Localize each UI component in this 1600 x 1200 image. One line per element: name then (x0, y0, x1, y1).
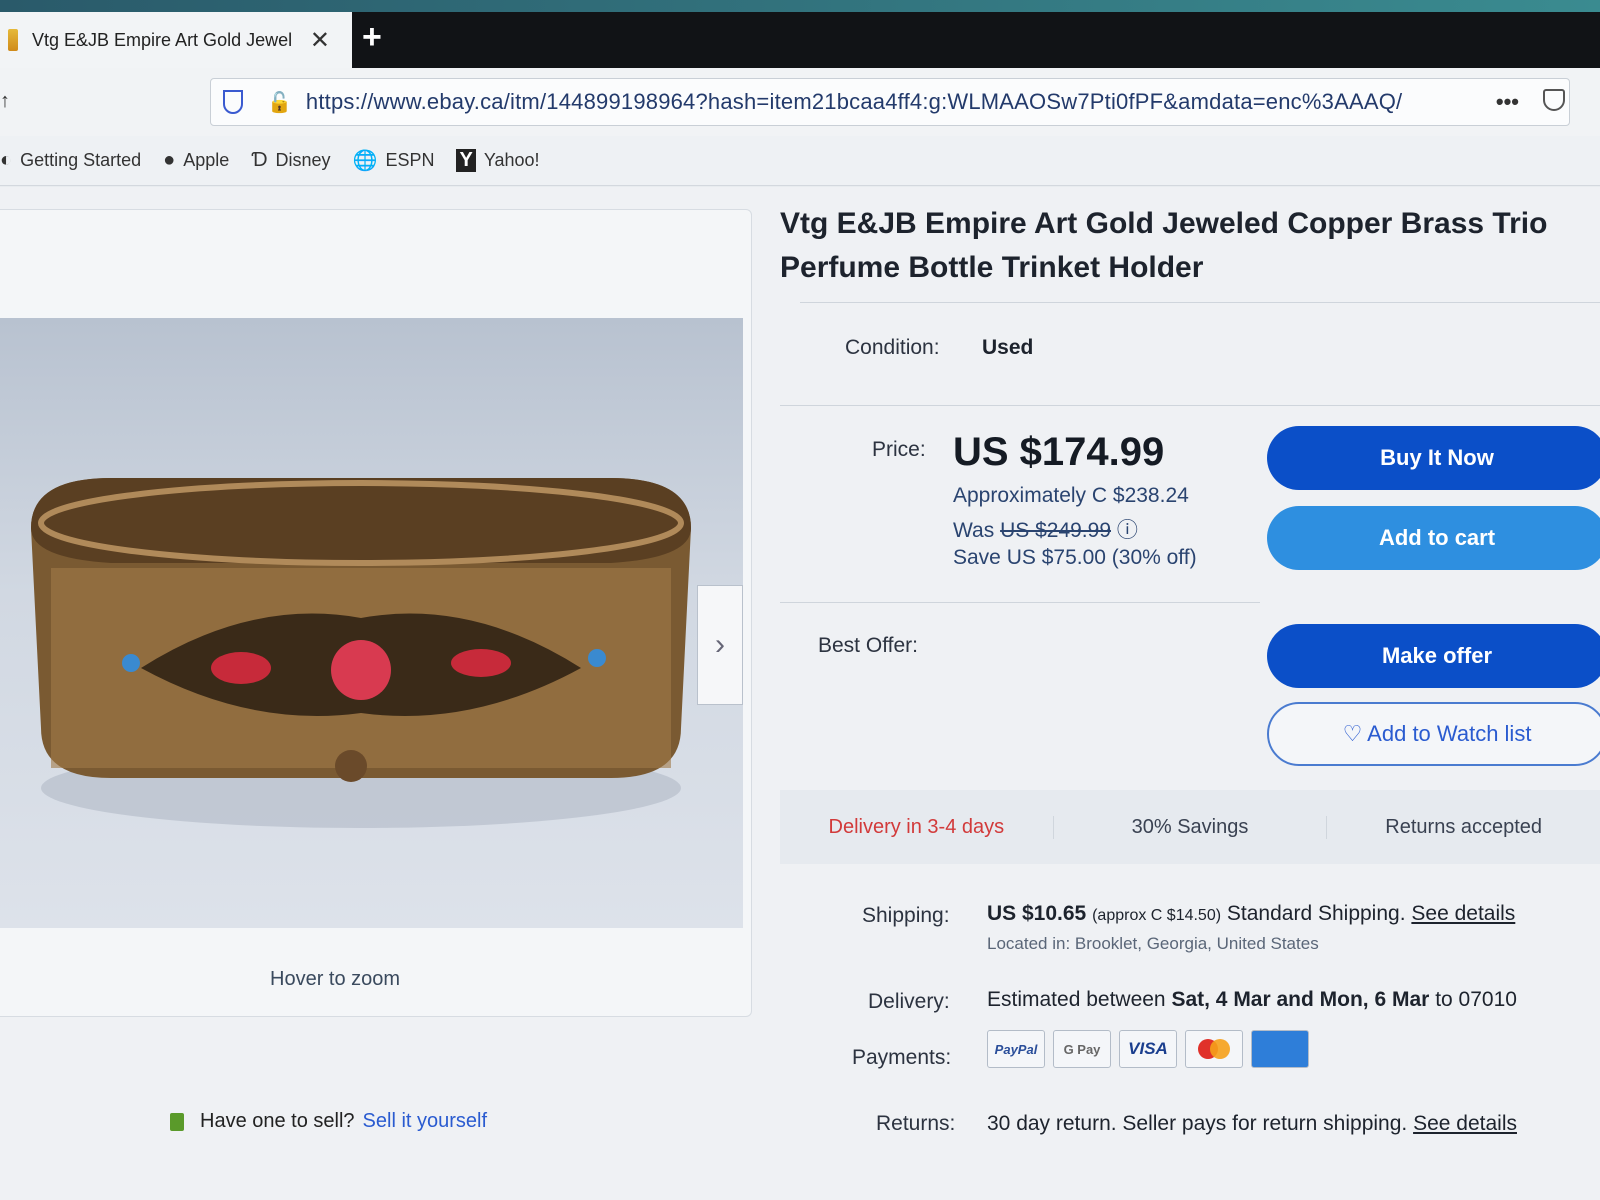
divider (800, 302, 1600, 303)
sell-it-yourself-link[interactable]: Sell it yourself (363, 1110, 488, 1133)
image-gallery: › (0, 209, 752, 1017)
bookmark-espn[interactable]: 🌐 ESPN (353, 148, 435, 173)
buy-it-now-button[interactable]: Buy It Now (1267, 426, 1600, 490)
perk-delivery: Delivery in 3-4 days (780, 815, 1054, 839)
mastercard-icon (1185, 1030, 1243, 1068)
make-offer-button[interactable]: Make offer (1267, 624, 1600, 688)
close-tab-icon[interactable]: ✕ (310, 26, 330, 55)
add-to-cart-button[interactable]: Add to cart (1267, 506, 1600, 570)
favicon-icon (8, 29, 18, 51)
pocket-icon[interactable] (1543, 89, 1565, 111)
payment-methods: PayPal G Pay VISA (987, 1030, 1317, 1068)
best-offer-label: Best Offer: (818, 634, 918, 657)
paypal-icon: PayPal (987, 1030, 1045, 1068)
returns-see-details-link[interactable]: See details (1413, 1112, 1517, 1135)
firefox-icon: ◐ (0, 149, 13, 171)
was-price: Was US $249.99 ⓘ (953, 519, 1138, 542)
info-icon[interactable]: ⓘ (1117, 519, 1138, 542)
price-value: US $174.99 (953, 430, 1165, 474)
tab-title: Vtg E&JB Empire Art Gold Jewel (32, 29, 293, 50)
bookmark-getting-started[interactable]: ◐ Getting Started (0, 149, 141, 172)
delivery-label: Delivery: (868, 990, 950, 1013)
payments-label: Payments: (852, 1046, 952, 1069)
google-pay-icon: G Pay (1053, 1030, 1111, 1068)
savings-text: Save US $75.00 (30% off) (953, 546, 1197, 569)
shipping-info: US $10.65 (approx C $14.50) Standard Shi… (987, 902, 1516, 925)
divider (780, 602, 1260, 603)
trinket-holder-image (31, 478, 691, 828)
next-image-button[interactable]: › (697, 585, 743, 705)
price-tag-icon (170, 1112, 184, 1131)
price-label: Price: (872, 438, 926, 461)
perk-savings: 30% Savings (1054, 815, 1328, 839)
bookmarks-bar: ◐ Getting Started ● Apple Ɗ Disney 🌐 ESPN YY… (0, 136, 1600, 186)
shield-icon[interactable] (223, 90, 243, 114)
condition-label: Condition: (845, 336, 940, 359)
apple-icon: ● (163, 149, 176, 171)
hover-to-zoom-label: Hover to zoom (270, 968, 401, 990)
lock-warning-icon[interactable]: 🔓 (267, 90, 292, 115)
bookmark-yahoo[interactable]: Y Yahoo! (456, 149, 540, 172)
bookmark-apple[interactable]: ● Apple (163, 149, 229, 172)
nav-bar: ↑ 🔓 https://www.ebay.ca/itm/144899198964… (0, 68, 1600, 136)
perks-bar: Delivery in 3-4 days 30% Savings Returns… (780, 790, 1600, 864)
visa-icon: VISA (1119, 1030, 1177, 1068)
yahoo-icon: Y (456, 149, 476, 172)
amex-icon (1251, 1030, 1309, 1068)
divider (780, 405, 1600, 406)
approx-price: Approximately C $238.24 (953, 484, 1189, 507)
menu-bar (0, 0, 1600, 12)
returns-info: 30 day return. Seller pays for return sh… (987, 1112, 1517, 1135)
delivery-info: Estimated between Sat, 4 Mar and Mon, 6 … (987, 988, 1517, 1011)
bookmark-disney[interactable]: Ɗ Disney (251, 149, 330, 172)
back-arrow-icon[interactable]: ↑ (0, 90, 10, 113)
tab-active[interactable]: Vtg E&JB Empire Art Gold Jewel ✕ (0, 12, 352, 68)
condition-value: Used (982, 336, 1034, 359)
address-bar[interactable]: 🔓 https://www.ebay.ca/itm/144899198964?h… (210, 78, 1570, 126)
product-image[interactable] (0, 318, 743, 928)
disney-icon: Ɗ (251, 149, 268, 171)
perk-returns: Returns accepted (1385, 815, 1543, 838)
item-location: Located in: Brooklet, Georgia, United St… (987, 934, 1319, 953)
tab-bar: Vtg E&JB Empire Art Gold Jewel ✕ + (0, 12, 1600, 68)
shipping-label: Shipping: (862, 904, 950, 927)
returns-label: Returns: (876, 1112, 956, 1135)
globe-icon: 🌐 (352, 150, 378, 172)
product-title: Vtg E&JB Empire Art Gold Jeweled Copper … (780, 207, 1548, 284)
new-tab-button[interactable]: + (362, 18, 382, 57)
add-to-watch-list-button[interactable]: ♡ Add to Watch list (1267, 702, 1600, 766)
url-text[interactable]: https://www.ebay.ca/itm/144899198964?has… (306, 89, 1486, 115)
sell-prompt: Have one to sell? Sell it yourself (170, 1110, 487, 1133)
page-actions-icon[interactable]: ••• (1496, 89, 1519, 115)
shipping-see-details-link[interactable]: See details (1411, 902, 1515, 925)
